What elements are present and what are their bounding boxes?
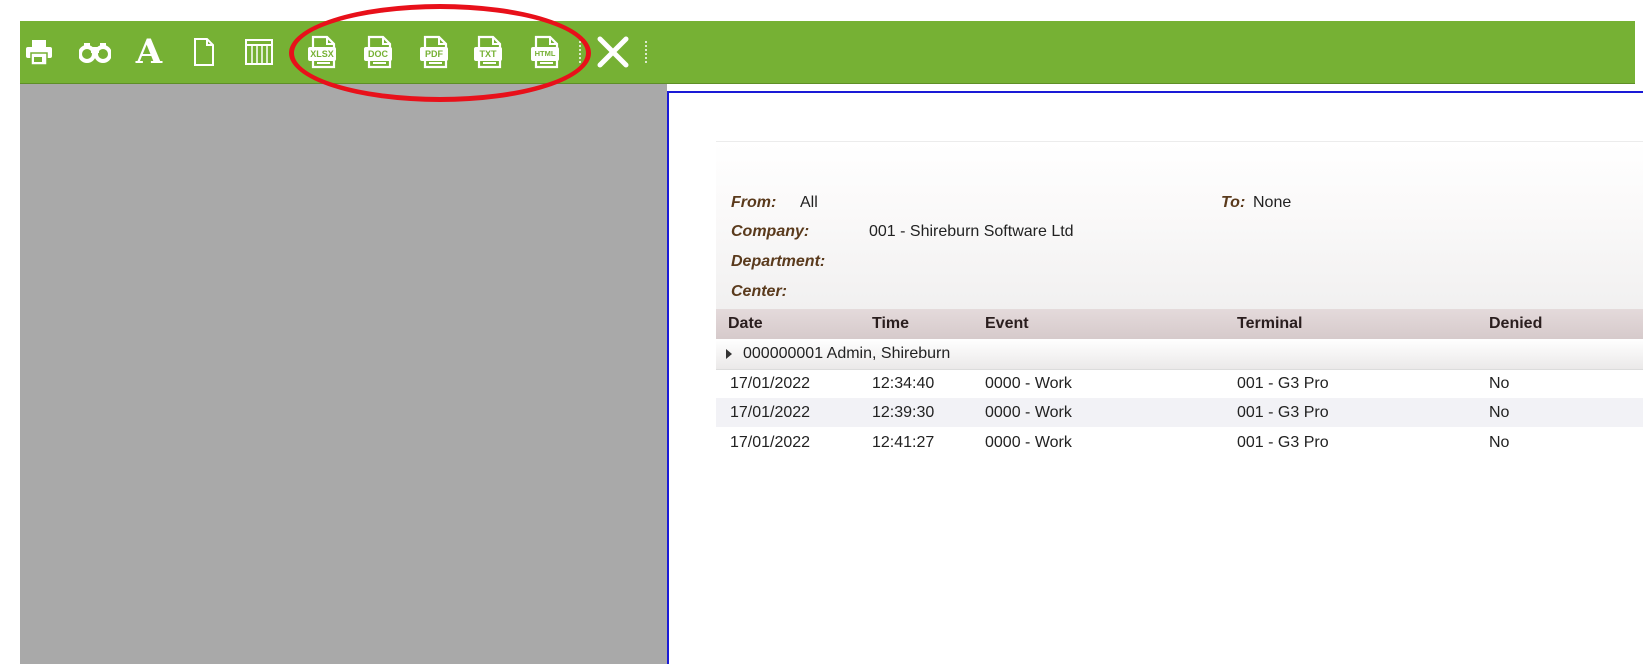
doc-file-icon: DOC — [364, 35, 393, 69]
cell-denied: No — [1489, 375, 1510, 392]
cell-time: 12:41:27 — [872, 434, 935, 451]
doc-tag: DOC — [364, 47, 392, 61]
to-label: To: — [1221, 194, 1246, 211]
cell-date: 17/01/2022 — [730, 375, 811, 392]
print-button[interactable] — [24, 21, 54, 83]
department-label: Department: — [731, 253, 826, 270]
close-icon — [597, 36, 629, 68]
printer-icon — [26, 40, 52, 66]
toolbar-separator-end — [645, 41, 647, 63]
close-button[interactable] — [594, 21, 632, 83]
binoculars-icon — [79, 43, 111, 63]
report-header: From: All To: None Company: 001 - Shireb… — [716, 141, 1643, 310]
page-setup-button[interactable] — [190, 21, 218, 83]
cell-event: 0000 - Work — [985, 434, 1072, 451]
center-label: Center: — [731, 283, 788, 300]
cell-denied: No — [1489, 404, 1510, 421]
export-html-button[interactable]: HTML — [530, 21, 562, 83]
export-doc-button[interactable]: DOC — [364, 21, 394, 83]
company-value: 001 - Shireburn Software Ltd — [869, 223, 1074, 240]
table-row: 17/01/2022 12:34:40 0000 - Work 001 - G3… — [716, 369, 1643, 398]
font-icon: A — [135, 32, 163, 72]
page-icon — [194, 38, 214, 66]
find-button[interactable] — [78, 21, 112, 83]
txt-file-icon: TXT — [474, 35, 503, 69]
export-pdf-button[interactable]: PDF — [420, 21, 450, 83]
toolbar-separator — [579, 41, 581, 63]
column-header-denied: Denied — [1489, 315, 1543, 332]
cell-time: 12:34:40 — [872, 375, 935, 392]
font-button[interactable]: A — [132, 21, 166, 83]
columns-button[interactable] — [242, 21, 276, 83]
cell-terminal: 001 - G3 Pro — [1237, 375, 1329, 392]
to-value: None — [1253, 194, 1292, 211]
group-label: 000000001 Admin, Shireburn — [743, 345, 951, 362]
from-label: From: — [731, 194, 777, 211]
html-tag: HTML — [531, 47, 559, 61]
xlsx-tag: XLSX — [308, 47, 336, 61]
table-row: 17/01/2022 12:41:27 0000 - Work 001 - G3… — [716, 428, 1643, 457]
txt-tag: TXT — [474, 47, 502, 61]
export-txt-button[interactable]: TXT — [474, 21, 504, 83]
cell-time: 12:39:30 — [872, 404, 935, 421]
pdf-file-icon: PDF — [420, 35, 449, 69]
cell-terminal: 001 - G3 Pro — [1237, 404, 1329, 421]
report-viewer[interactable]: From: All To: None Company: 001 - Shireb… — [667, 91, 1643, 664]
table-row: 17/01/2022 12:39:30 0000 - Work 001 - G3… — [716, 398, 1643, 427]
from-value: All — [800, 194, 818, 211]
pdf-tag: PDF — [420, 47, 448, 61]
toolbar: A XLSX DOC PDF TXT HTML — [20, 21, 1635, 84]
cell-date: 17/01/2022 — [730, 434, 811, 451]
cell-event: 0000 - Work — [985, 375, 1072, 392]
column-header-time: Time — [872, 315, 910, 332]
cell-terminal: 001 - G3 Pro — [1237, 434, 1329, 451]
column-header-terminal: Terminal — [1237, 315, 1303, 332]
cell-denied: No — [1489, 434, 1510, 451]
html-file-icon: HTML — [531, 35, 560, 69]
expand-arrow-icon[interactable] — [726, 349, 732, 359]
cell-date: 17/01/2022 — [730, 404, 811, 421]
group-row[interactable]: 000000001 Admin, Shireburn — [716, 339, 1643, 370]
column-header-date: Date — [728, 315, 763, 332]
columns-icon — [245, 39, 273, 65]
export-xlsx-button[interactable]: XLSX — [308, 21, 338, 83]
xlsx-file-icon: XLSX — [308, 35, 337, 69]
column-header-event: Event — [985, 315, 1029, 332]
left-panel — [20, 84, 667, 664]
company-label: Company: — [731, 223, 810, 240]
cell-event: 0000 - Work — [985, 404, 1072, 421]
column-header-row: Date Time Event Terminal Denied — [716, 309, 1643, 339]
